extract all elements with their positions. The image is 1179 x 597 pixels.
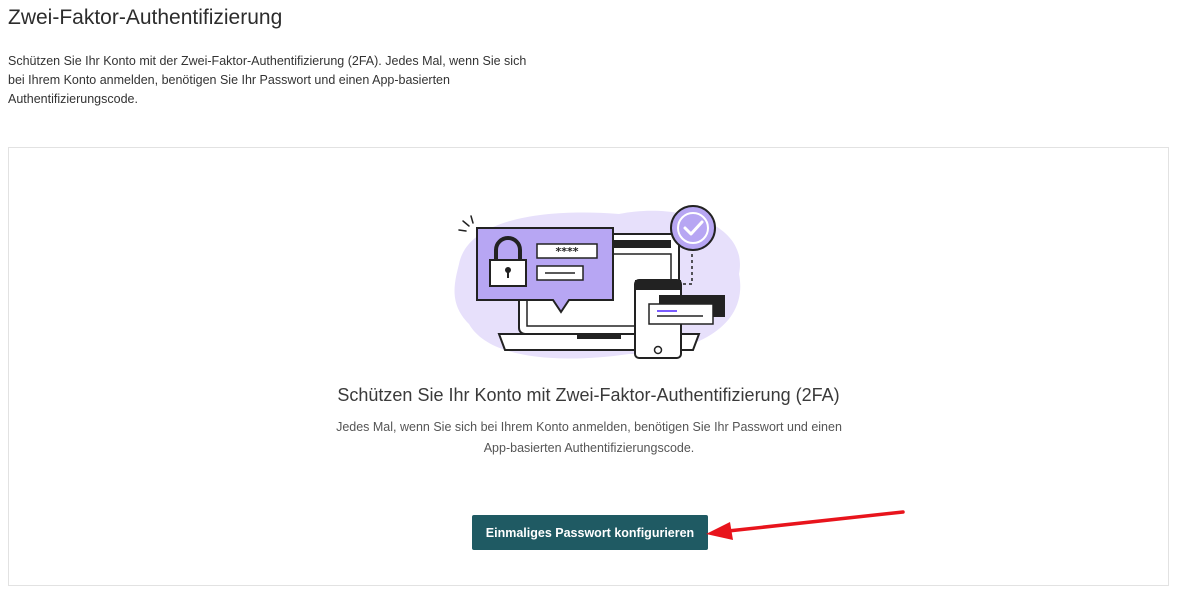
- card-title: Schützen Sie Ihr Konto mit Zwei-Faktor-A…: [337, 385, 840, 405]
- card-description: Jedes Mal, wenn Sie sich bei Ihrem Konto…: [336, 420, 842, 455]
- page-intro: Schützen Sie Ihr Konto mit der Zwei-Fakt…: [8, 54, 527, 106]
- annotation-arrow-icon: [706, 510, 905, 540]
- configure-otp-button[interactable]: Einmaliges Passwort konfigurieren: [472, 515, 708, 550]
- two-factor-card: **** Schützen Sie Ihr Konto mit Zwei-Fak…: [8, 147, 1169, 586]
- check-circle-icon: [670, 205, 716, 251]
- page-title: Zwei-Faktor-Authentifizierung: [8, 6, 283, 29]
- password-mask-text: ****: [555, 245, 578, 258]
- two-factor-illustration: ****: [454, 205, 741, 359]
